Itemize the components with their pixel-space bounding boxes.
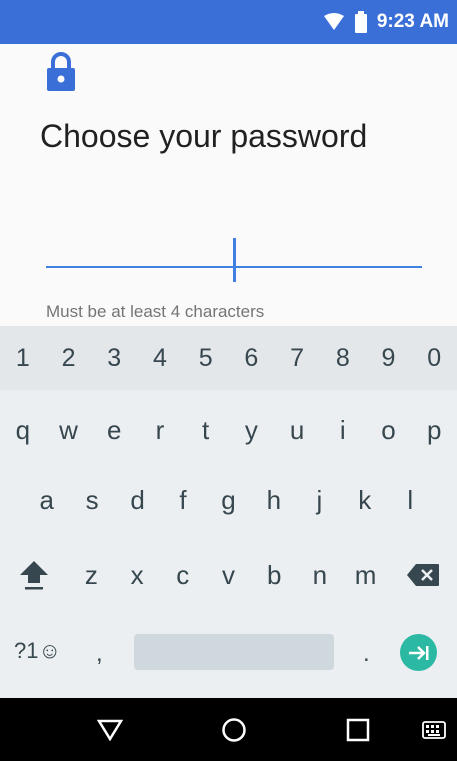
key-c[interactable]: c (160, 540, 206, 610)
home-button[interactable] (212, 698, 256, 761)
enter-key[interactable] (400, 634, 437, 671)
key-y[interactable]: y (229, 396, 275, 464)
password-hint: Must be at least 4 characters (46, 302, 265, 321)
next-arrow-icon (408, 645, 428, 660)
comma-key[interactable]: , (96, 640, 103, 668)
soft-keyboard: 1 2 3 4 5 6 7 8 9 0 q w e r t y u i o p … (0, 326, 457, 698)
password-screen: Choose your password Must be at least 4 … (0, 44, 457, 326)
key-z[interactable]: z (69, 540, 115, 610)
recents-icon (346, 718, 370, 741)
key-5[interactable]: 5 (183, 326, 229, 390)
wifi-icon (323, 13, 344, 30)
back-button[interactable] (88, 698, 132, 761)
shift-icon (20, 561, 49, 590)
spacebar[interactable] (134, 634, 334, 670)
key-d[interactable]: d (115, 466, 160, 534)
key-3[interactable]: 3 (91, 326, 137, 390)
home-icon (222, 717, 246, 742)
period-key[interactable]: . (363, 640, 370, 668)
back-icon (97, 719, 123, 741)
key-i[interactable]: i (320, 396, 366, 464)
key-j[interactable]: j (297, 466, 342, 534)
keyboard-switch-button[interactable] (417, 698, 451, 761)
key-0[interactable]: 0 (411, 326, 457, 390)
key-7[interactable]: 7 (274, 326, 320, 390)
key-a[interactable]: a (24, 466, 69, 534)
key-o[interactable]: o (366, 396, 412, 464)
key-m[interactable]: m (343, 540, 389, 610)
key-9[interactable]: 9 (366, 326, 412, 390)
symbols-key[interactable]: ?1☺ (14, 638, 61, 664)
key-k[interactable]: k (342, 466, 387, 534)
key-q[interactable]: q (0, 396, 46, 464)
backspace-key[interactable] (388, 540, 457, 610)
letter-row-1: q w e r t y u i o p (0, 396, 457, 464)
key-v[interactable]: v (206, 540, 252, 610)
key-s[interactable]: s (69, 466, 114, 534)
lock-icon (47, 52, 75, 91)
key-8[interactable]: 8 (320, 326, 366, 390)
key-r[interactable]: r (137, 396, 183, 464)
navigation-bar (0, 698, 457, 761)
key-b[interactable]: b (251, 540, 297, 610)
key-n[interactable]: n (297, 540, 343, 610)
status-bar: 9:23 AM (0, 0, 457, 44)
key-h[interactable]: h (251, 466, 296, 534)
key-w[interactable]: w (46, 396, 92, 464)
key-p[interactable]: p (411, 396, 457, 464)
page-title: Choose your password (40, 118, 368, 154)
key-g[interactable]: g (206, 466, 251, 534)
key-l[interactable]: l (388, 466, 433, 534)
key-e[interactable]: e (91, 396, 137, 464)
number-row: 1 2 3 4 5 6 7 8 9 0 (0, 326, 457, 390)
password-input[interactable] (46, 220, 422, 282)
key-2[interactable]: 2 (46, 326, 92, 390)
key-x[interactable]: x (114, 540, 160, 610)
key-f[interactable]: f (160, 466, 205, 534)
key-4[interactable]: 4 (137, 326, 183, 390)
key-t[interactable]: t (183, 396, 229, 464)
recents-button[interactable] (336, 698, 380, 761)
letter-row-2: a s d f g h j k l (0, 466, 457, 534)
shift-key[interactable] (0, 540, 69, 610)
keyboard-switch-icon (422, 720, 446, 739)
battery-icon (354, 11, 367, 33)
key-u[interactable]: u (274, 396, 320, 464)
text-cursor (233, 238, 236, 282)
key-6[interactable]: 6 (229, 326, 275, 390)
key-1[interactable]: 1 (0, 326, 46, 390)
letter-row-3: z x c v b n m (0, 540, 457, 610)
backspace-icon (406, 564, 439, 586)
status-time: 9:23 AM (376, 11, 449, 32)
